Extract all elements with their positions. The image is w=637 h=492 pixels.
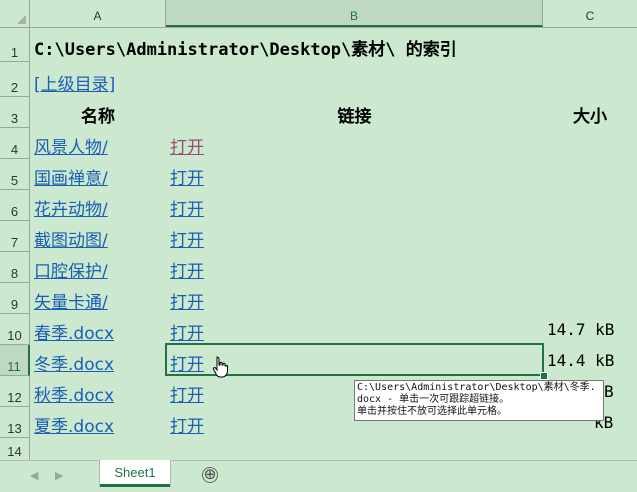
hand-pointer-icon [212, 356, 228, 378]
column-header-c[interactable]: C [543, 0, 637, 27]
entry-open-link[interactable]: 打开 [170, 195, 204, 220]
row-header-12[interactable]: 12 [0, 376, 30, 407]
sheet-tab-bar: ◀ ▶ Sheet1 ⊕ [0, 460, 637, 492]
entry-name-link[interactable]: 矢量卡通/ [34, 288, 108, 313]
column-header-row: A B C [0, 0, 637, 28]
header-name: 名称 [81, 107, 115, 127]
entry-open-link[interactable]: 打开 [170, 319, 204, 344]
entry-size: 14.7 kB [547, 320, 615, 339]
row-header-13[interactable]: 13 [0, 407, 30, 438]
hyperlink-tooltip: C:\Users\Administrator\Desktop\素材\冬季. do… [354, 380, 604, 421]
entry-size: B [604, 382, 614, 401]
row-header-7[interactable]: 7 [0, 221, 30, 252]
next-sheet-icon[interactable]: ▶ [55, 469, 63, 482]
spreadsheet-grid[interactable]: A B C 1 2 3 4 5 6 7 8 9 10 11 12 13 14 C… [0, 0, 637, 460]
select-all-triangle-icon [17, 15, 26, 24]
row-header-6[interactable]: 6 [0, 190, 30, 221]
entry-name-link[interactable]: 夏季.docx [34, 412, 114, 437]
row-header-10[interactable]: 10 [0, 314, 30, 345]
prev-sheet-icon[interactable]: ◀ [30, 469, 38, 482]
column-header-b[interactable]: B [166, 0, 543, 27]
row-header-5[interactable]: 5 [0, 159, 30, 190]
row-header-8[interactable]: 8 [0, 252, 30, 283]
entry-open-link[interactable]: 打开 [170, 288, 204, 313]
entry-name-link[interactable]: 秋季.docx [34, 381, 114, 406]
add-sheet-icon[interactable]: ⊕ [202, 467, 218, 483]
entry-open-link[interactable]: 打开 [170, 412, 204, 437]
row-header-2[interactable]: 2 [0, 62, 30, 97]
tooltip-line: 单击并按住不放可选择此单元格。 [357, 406, 507, 417]
row-header-3[interactable]: 3 [0, 97, 30, 128]
header-size: 大小 [573, 107, 607, 127]
sheet-tab[interactable]: Sheet1 [100, 460, 170, 487]
row-header-1[interactable]: 1 [0, 27, 30, 62]
entry-open-link[interactable]: 打开 [170, 133, 204, 158]
entry-open-link[interactable]: 打开 [170, 226, 204, 251]
entry-name-link[interactable]: 口腔保护/ [34, 257, 108, 282]
entry-size: 14.4 kB [547, 351, 615, 370]
select-all-corner[interactable] [0, 0, 30, 27]
entry-name-link[interactable]: 风景人物/ [34, 133, 108, 158]
row-header-9[interactable]: 9 [0, 283, 30, 314]
entry-name-link[interactable]: 国画禅意/ [34, 164, 108, 189]
row-header-4[interactable]: 4 [0, 128, 30, 159]
header-link: 链接 [337, 107, 372, 127]
entry-name-link[interactable]: 截图动图/ [34, 226, 108, 251]
column-header-a[interactable]: A [30, 0, 166, 27]
parent-directory-link[interactable]: [上级目录] [34, 70, 115, 95]
tooltip-line: docx - 单击一次可跟踪超链接。 [357, 394, 510, 405]
entry-open-link[interactable]: 打开 [170, 381, 204, 406]
entry-name-link[interactable]: 冬季.docx [34, 350, 114, 375]
fill-handle[interactable] [540, 372, 548, 380]
index-title: C:\Users\Administrator\Desktop\素材\ 的索引 [34, 40, 457, 60]
row-header-14[interactable]: 14 [0, 438, 30, 460]
entry-name-link[interactable]: 春季.docx [34, 319, 114, 344]
entry-open-link[interactable]: 打开 [170, 257, 204, 282]
entry-open-link[interactable]: 打开 [170, 164, 204, 189]
row-header-11[interactable]: 11 [0, 345, 30, 376]
tooltip-line: C:\Users\Administrator\Desktop\素材\冬季. [357, 382, 596, 393]
entry-name-link[interactable]: 花卉动物/ [34, 195, 108, 220]
